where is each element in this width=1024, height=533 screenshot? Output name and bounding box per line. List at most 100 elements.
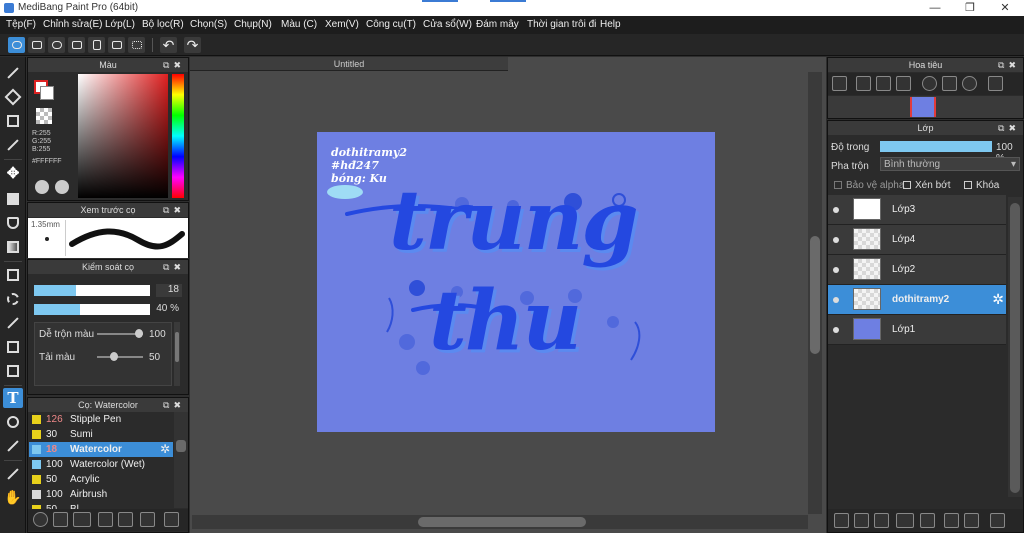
rotate-right-icon[interactable] xyxy=(962,76,977,91)
layer-row[interactable]: Lớp4 xyxy=(828,225,1006,255)
zoom-100-icon[interactable] xyxy=(856,76,871,91)
saturation-value-picker[interactable] xyxy=(78,74,168,198)
close-button[interactable]: ✕ xyxy=(990,0,1020,16)
cloud-brush-icon[interactable] xyxy=(33,512,48,527)
panel-buttons[interactable]: ⧉✖ xyxy=(163,398,185,412)
hand-tool-icon[interactable]: ✋ xyxy=(3,488,23,508)
new-brush-icon[interactable] xyxy=(53,512,68,527)
canvas-vertical-scrollbar[interactable] xyxy=(808,72,822,514)
layer-row[interactable]: dothitramy2 ✲ xyxy=(828,285,1006,315)
redo-button[interactable]: ↷ xyxy=(184,37,201,53)
mix-slider-thumb[interactable] xyxy=(135,329,143,338)
brush-item[interactable]: 30 Sumi xyxy=(29,427,173,442)
menu-tools[interactable]: Công cụ(T) xyxy=(366,19,416,30)
grid-icon[interactable] xyxy=(128,37,145,53)
hue-slider[interactable] xyxy=(172,74,184,198)
canvas-horizontal-scrollbar[interactable] xyxy=(192,515,808,529)
select-rect-tool-icon[interactable] xyxy=(3,265,23,285)
lasso-tool-icon[interactable] xyxy=(3,289,23,309)
menu-snap[interactable]: Chụp(N) xyxy=(234,19,272,30)
select-pen-tool-icon[interactable] xyxy=(3,337,23,357)
clipping-checkbox[interactable] xyxy=(903,181,911,189)
cloud-icon[interactable] xyxy=(8,37,25,53)
fill-rect-tool-icon[interactable] xyxy=(3,189,23,209)
brush-opacity-slider[interactable] xyxy=(34,304,150,315)
select-eraser-tool-icon[interactable] xyxy=(3,361,23,381)
lock-checkbox[interactable] xyxy=(964,181,972,189)
upload-icon[interactable] xyxy=(28,37,45,53)
layer-list-scrollbar[interactable] xyxy=(1008,197,1022,497)
shape-tool-icon[interactable] xyxy=(3,111,23,131)
duplicate-icon[interactable] xyxy=(140,512,155,527)
maximize-button[interactable]: ❐ xyxy=(955,0,985,16)
brush-item[interactable]: 100 Watercolor (Wet) xyxy=(29,457,173,472)
panel-buttons[interactable]: ⧉✖ xyxy=(998,58,1020,72)
new-8bit-layer-icon[interactable] xyxy=(874,513,889,528)
layer-opacity-slider[interactable] xyxy=(880,141,992,152)
layer-row[interactable]: Lớp3 xyxy=(828,195,1006,225)
brush-size-slider[interactable] xyxy=(34,285,150,296)
artboard[interactable]: dothitramy2 #hđ247 bóng: Ku trung thu xyxy=(317,132,715,432)
delete-brush-icon[interactable] xyxy=(164,512,179,527)
menu-cloud[interactable]: Đám mây xyxy=(476,19,519,30)
undo-button[interactable]: ↶ xyxy=(160,37,177,53)
amount-slider-thumb[interactable] xyxy=(110,352,118,361)
layer-visibility-toggle[interactable] xyxy=(833,267,839,273)
panel-buttons[interactable]: ⧉✖ xyxy=(163,58,185,72)
menu-layer[interactable]: Lớp(L) xyxy=(105,19,135,30)
magic-wand-tool-icon[interactable] xyxy=(3,313,23,333)
menu-file[interactable]: Tệp(F) xyxy=(6,19,36,30)
message-icon[interactable] xyxy=(68,37,85,53)
brush-list-scrollbar[interactable] xyxy=(174,412,188,508)
menu-edit[interactable]: Chỉnh sửa(E) xyxy=(43,19,103,30)
layer-row[interactable]: Lớp1 xyxy=(828,315,1006,345)
blend-mode-select[interactable]: Bình thường ▾ xyxy=(880,157,1020,171)
zoom-in-icon[interactable] xyxy=(832,76,847,91)
menu-window[interactable]: Cửa sổ(W) xyxy=(423,19,472,30)
duplicate-layer-icon[interactable] xyxy=(944,513,959,528)
menu-select[interactable]: Chọn(S) xyxy=(190,19,227,30)
panel-buttons[interactable]: ⧉✖ xyxy=(163,260,185,274)
brush-item[interactable]: 100 Airbrush xyxy=(29,487,173,502)
menu-timelapse[interactable]: Thời gian trôi đi xyxy=(527,19,596,30)
background-color-swatch[interactable] xyxy=(40,86,54,100)
eyedropper-tool-icon[interactable] xyxy=(3,464,23,484)
navigator-preview[interactable] xyxy=(828,96,1023,118)
merge-down-icon[interactable] xyxy=(964,513,979,528)
brush-item[interactable]: 18 Watercolor ✲ xyxy=(29,442,173,457)
layer-visibility-toggle[interactable] xyxy=(833,237,839,243)
rotate-left-icon[interactable] xyxy=(922,76,937,91)
eraser-tool-icon[interactable] xyxy=(3,87,23,107)
minimize-button[interactable]: — xyxy=(920,0,950,16)
brush-settings-gear-icon[interactable]: ✲ xyxy=(160,442,170,456)
fit-icon[interactable] xyxy=(876,76,891,91)
amount-slider[interactable] xyxy=(97,356,143,358)
panel-buttons[interactable]: ⧉✖ xyxy=(998,121,1020,135)
protect-alpha-checkbox[interactable] xyxy=(834,181,842,189)
folder-icon[interactable] xyxy=(920,513,935,528)
zoom-out-icon[interactable] xyxy=(896,76,911,91)
bucket-tool-icon[interactable] xyxy=(3,213,23,233)
divide-tool-icon[interactable] xyxy=(3,436,23,456)
panel-buttons[interactable]: ⧉✖ xyxy=(163,203,185,217)
add-layer-dropdown-icon[interactable] xyxy=(896,513,914,528)
document-tab[interactable]: Untitled xyxy=(190,57,508,71)
reset-rotation-icon[interactable] xyxy=(942,76,957,91)
layer-visibility-toggle[interactable] xyxy=(833,207,839,213)
brush-settings-icon[interactable] xyxy=(98,512,113,527)
comment-icon[interactable] xyxy=(48,37,65,53)
palette-add-icon[interactable] xyxy=(55,180,69,194)
brush-control-scrollbar[interactable] xyxy=(174,322,180,386)
flip-icon[interactable] xyxy=(988,76,1003,91)
brush-size-value[interactable]: 18 xyxy=(156,284,182,297)
brush-opacity-value[interactable]: 40 % xyxy=(152,303,182,316)
layer-visibility-toggle[interactable] xyxy=(833,297,839,303)
scroll-thumb[interactable] xyxy=(810,236,820,354)
move-tool-icon[interactable]: ✥ xyxy=(3,163,23,183)
layer-row[interactable]: Lớp2 xyxy=(828,255,1006,285)
menu-color[interactable]: Màu (C) xyxy=(281,19,317,30)
pen-tool-icon[interactable] xyxy=(3,135,23,155)
brush-tool-icon[interactable] xyxy=(3,63,23,83)
gradient-tool-icon[interactable] xyxy=(3,237,23,257)
brush-item[interactable]: 126 Stipple Pen xyxy=(29,412,173,427)
